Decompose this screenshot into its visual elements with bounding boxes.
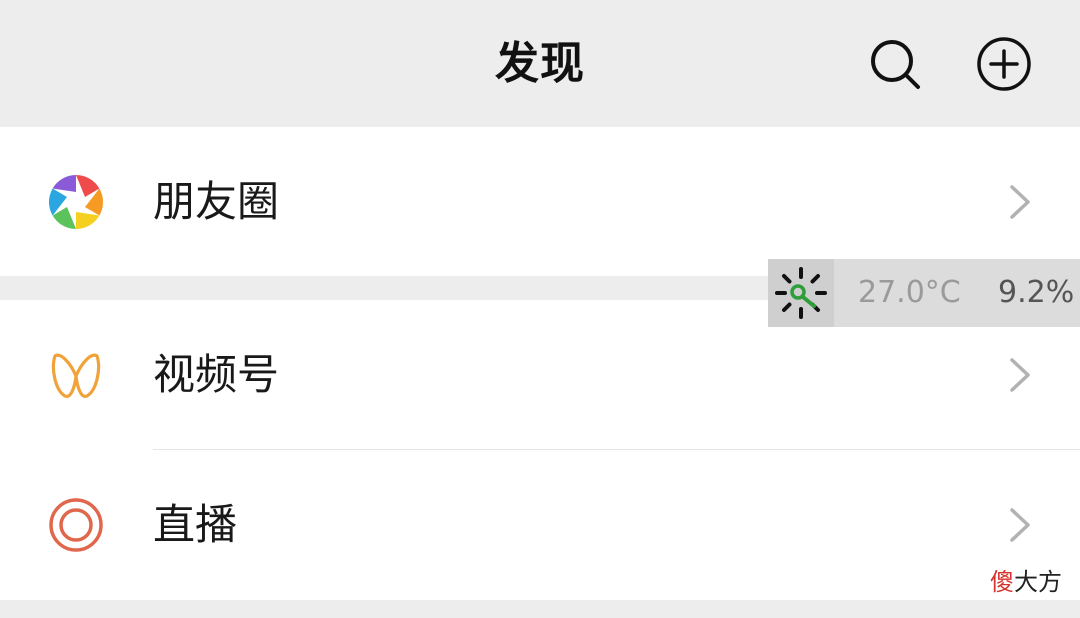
- chevron-right-icon: [1010, 358, 1030, 392]
- watermark: 傻大方: [990, 562, 1062, 597]
- top-bar: 发现: [0, 0, 1080, 127]
- moments-aperture-icon: [46, 172, 106, 232]
- chevron-right-icon: [1010, 508, 1030, 542]
- menu-item-label: 朋友圈: [153, 177, 280, 226]
- discover-screen: 发现 朋友圈 视频号 直播 27.0°C 9.2% 傻大方: [0, 0, 1080, 618]
- temperature-readout: 27.0°C: [858, 275, 961, 310]
- sensor-icon-box: [768, 259, 834, 327]
- add-button[interactable]: [976, 36, 1032, 92]
- search-icon: [871, 40, 920, 89]
- watermark-text: 大方: [1014, 568, 1062, 596]
- search-button[interactable]: [867, 36, 923, 92]
- percent-readout: 9.2%: [998, 275, 1075, 310]
- channels-icon: [46, 345, 106, 405]
- sensor-icon: [775, 267, 827, 319]
- menu-item-label: 视频号: [153, 350, 280, 399]
- media-card: 视频号 直播: [0, 300, 1080, 600]
- menu-item-moments[interactable]: 朋友圈: [0, 127, 1080, 276]
- plus-circle-icon: [977, 37, 1031, 91]
- live-icon: [46, 495, 106, 555]
- moments-card: 朋友圈: [0, 127, 1080, 276]
- menu-item-label: 直播: [153, 500, 238, 549]
- sensor-overlay[interactable]: 27.0°C 9.2%: [768, 259, 1080, 327]
- chevron-right-icon: [1010, 185, 1030, 219]
- menu-item-live[interactable]: 直播: [0, 450, 1080, 599]
- watermark-char: 傻: [990, 568, 1014, 596]
